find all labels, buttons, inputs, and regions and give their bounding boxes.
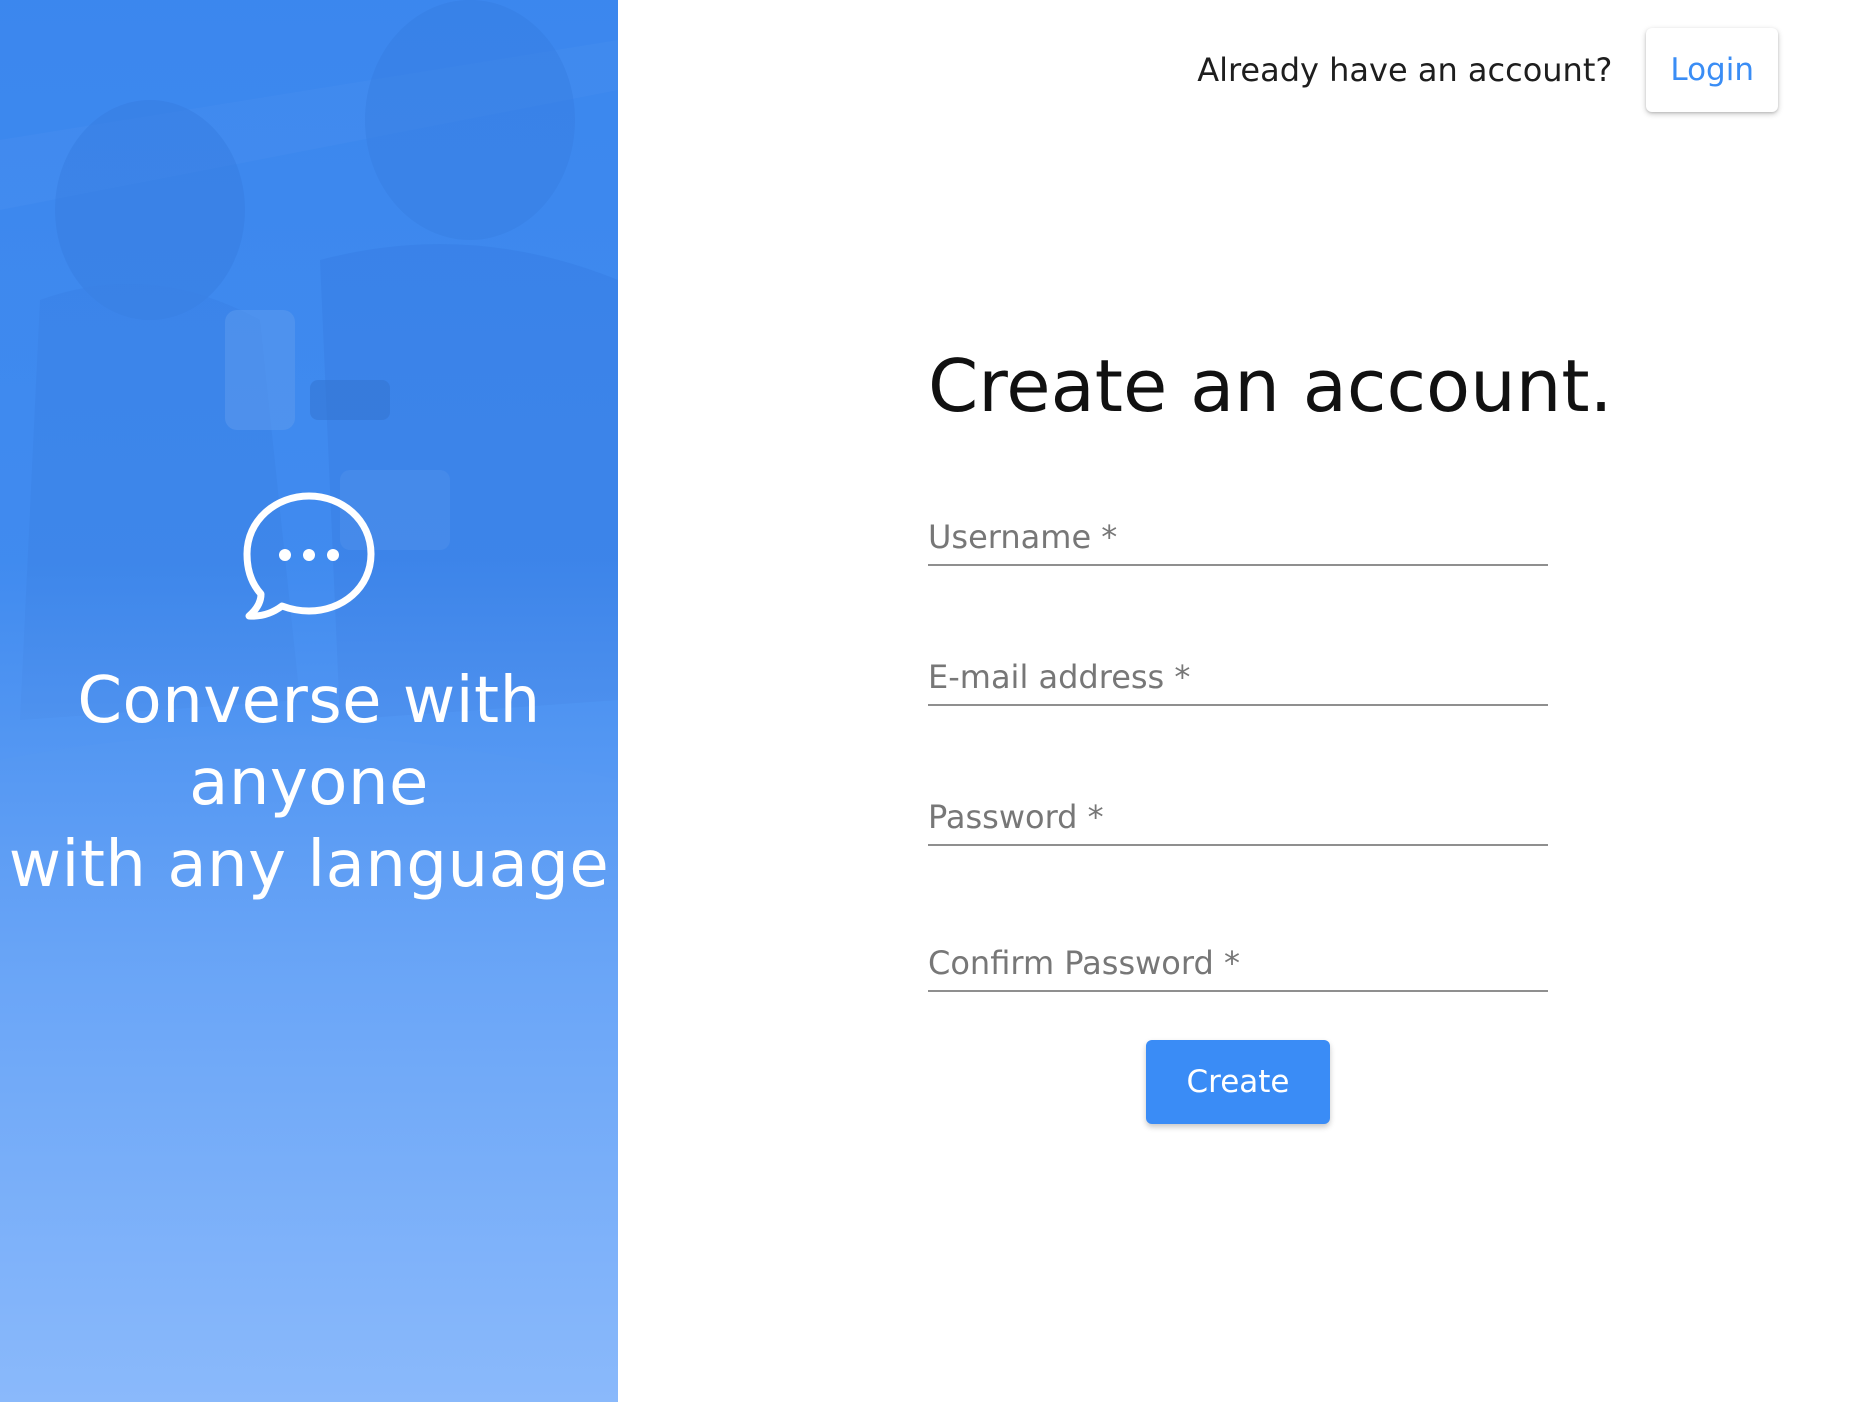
login-button[interactable]: Login bbox=[1646, 28, 1778, 112]
create-button[interactable]: Create bbox=[1146, 1040, 1330, 1124]
hero-tagline-line: anyone bbox=[189, 746, 429, 820]
email-input[interactable] bbox=[928, 650, 1548, 704]
confirm-password-field bbox=[928, 936, 1548, 992]
username-input[interactable] bbox=[928, 510, 1548, 564]
chat-bubble-icon bbox=[243, 492, 375, 620]
hero-tagline: Converse with anyone with any language bbox=[0, 660, 618, 906]
password-field bbox=[928, 790, 1548, 846]
email-field bbox=[928, 650, 1548, 706]
signup-form: Create an account. Create bbox=[928, 340, 1613, 1124]
hero-tagline-line: with any language bbox=[8, 828, 610, 902]
form-title: Create an account. bbox=[928, 344, 1613, 428]
hero-panel: Converse with anyone with any language bbox=[0, 0, 618, 1402]
confirm-password-input[interactable] bbox=[928, 936, 1548, 990]
username-field bbox=[928, 510, 1548, 566]
hero-tagline-line: Converse with bbox=[77, 664, 541, 738]
login-prompt-text: Already have an account? bbox=[1197, 51, 1613, 89]
hero-content: Converse with anyone with any language bbox=[0, 490, 618, 906]
password-input[interactable] bbox=[928, 790, 1548, 844]
login-prompt-bar: Already have an account? Login bbox=[1197, 28, 1778, 112]
